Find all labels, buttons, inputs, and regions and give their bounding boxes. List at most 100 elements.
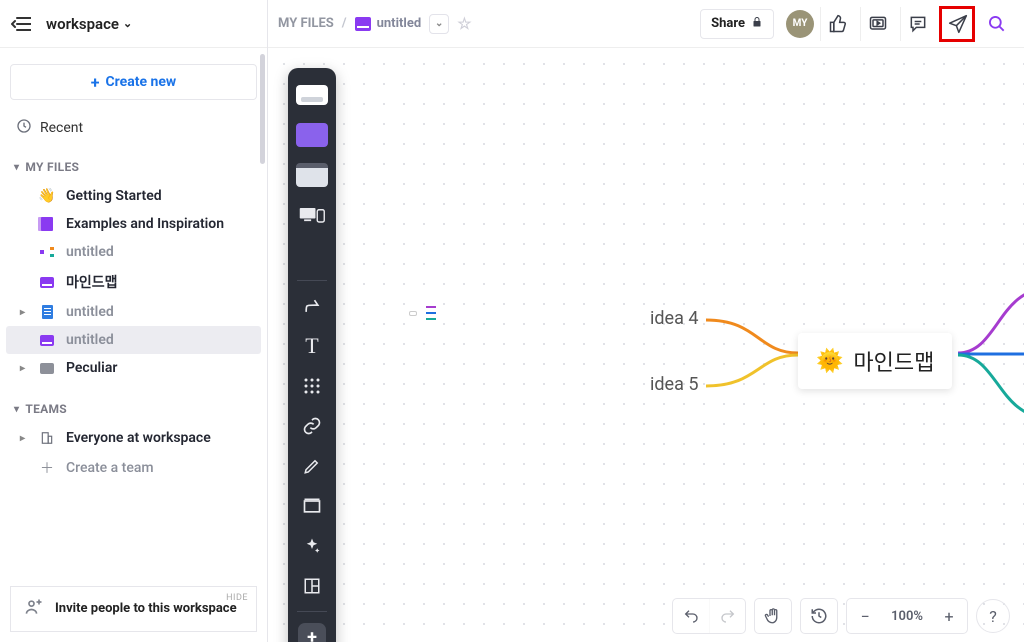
file-item-mindmap-kr[interactable]: 마인드맵: [6, 266, 261, 298]
zoom-in-button[interactable]: +: [931, 599, 967, 633]
idea-node-5[interactable]: idea 5: [650, 374, 698, 395]
tool-board[interactable]: [292, 76, 332, 114]
breadcrumb: MY FILES / untitled ⌄ ☆: [278, 14, 472, 34]
file-label: untitled: [66, 332, 114, 348]
file-item-peculiar[interactable]: ▸ Peculiar: [6, 354, 261, 382]
collapse-sidebar-icon[interactable]: [10, 13, 32, 35]
sidebar: workspace ⌄ + Create new Recent ▾ MY FIL…: [0, 0, 268, 642]
main-area: MY FILES / untitled ⌄ ☆ Share MY: [268, 0, 1024, 642]
file-label: Peculiar: [66, 360, 117, 376]
file-label: untitled: [66, 304, 114, 320]
create-new-label: Create new: [106, 74, 177, 90]
create-new-button[interactable]: + Create new: [10, 64, 257, 100]
slash-separator: /: [342, 16, 347, 31]
recent-link[interactable]: Recent: [0, 110, 267, 146]
breadcrumb-title[interactable]: untitled: [377, 16, 422, 31]
section-label: MY FILES: [25, 160, 79, 174]
caret-down-icon: ▾: [14, 404, 19, 415]
section-label: TEAMS: [25, 402, 67, 416]
file-item-examples[interactable]: Examples and Inspiration: [6, 210, 261, 238]
file-label: 마인드맵: [66, 272, 118, 292]
breadcrumb-root[interactable]: MY FILES: [278, 16, 334, 31]
toolbox-separator: [297, 280, 327, 281]
share-label: Share: [711, 16, 745, 31]
invite-icon: [23, 597, 45, 621]
tool-browser[interactable]: [292, 156, 332, 194]
workspace-name: workspace: [46, 15, 119, 33]
document-icon: [38, 305, 56, 319]
canvas-wrap: T +: [268, 48, 1024, 642]
book-icon: [38, 217, 56, 231]
recent-label: Recent: [40, 120, 83, 136]
tool-link[interactable]: [292, 407, 332, 445]
history-button[interactable]: [801, 599, 837, 633]
clock-icon: [16, 118, 32, 138]
file-tree: 👋 Getting Started Examples and Inspirati…: [0, 182, 267, 388]
create-team-button[interactable]: ＋ Create a team: [6, 452, 261, 484]
tool-ai[interactable]: [292, 527, 332, 565]
plus-icon: +: [91, 73, 100, 92]
file-item-getting-started[interactable]: 👋 Getting Started: [6, 182, 261, 210]
idea-node-4[interactable]: idea 4: [650, 308, 698, 329]
org-icon: [38, 431, 56, 445]
folder-icon: [38, 363, 56, 374]
sun-emoji-icon: 🌞: [816, 349, 843, 374]
zoom-level[interactable]: 100%: [883, 609, 931, 624]
search-button[interactable]: [980, 7, 1014, 41]
help-button[interactable]: ?: [976, 599, 1010, 633]
center-node-label: 마인드맵: [853, 345, 934, 377]
like-button[interactable]: [820, 7, 854, 41]
expand-caret-icon[interactable]: ▸: [20, 363, 25, 374]
star-icon[interactable]: ☆: [457, 14, 471, 33]
wave-icon: 👋: [38, 188, 56, 204]
undo-button[interactable]: [673, 599, 709, 633]
expand-caret-icon[interactable]: ▸: [20, 307, 25, 318]
present-button[interactable]: [860, 7, 894, 41]
toolbox: T +: [288, 68, 336, 642]
team-label: Everyone at workspace: [66, 430, 211, 446]
zoom-out-button[interactable]: −: [847, 599, 883, 633]
file-item-untitled-current[interactable]: untitled: [6, 326, 261, 354]
tool-grid[interactable]: [292, 367, 332, 405]
lock-icon: [751, 15, 763, 33]
section-my-files[interactable]: ▾ MY FILES: [0, 146, 267, 182]
create-team-label: Create a team: [66, 460, 154, 476]
tool-frame[interactable]: [292, 487, 332, 525]
section-teams[interactable]: ▾ TEAMS: [0, 388, 267, 424]
tool-text[interactable]: T: [292, 327, 332, 365]
pan-button[interactable]: [755, 599, 791, 633]
workspace-selector[interactable]: workspace ⌄: [46, 15, 132, 33]
tool-mindmap[interactable]: [292, 236, 332, 274]
presentation-icon: [38, 277, 56, 288]
mindmap-icon: [38, 247, 56, 257]
presentation-icon: [38, 335, 56, 346]
mindmap-center-node[interactable]: 🌞 마인드맵: [798, 333, 952, 389]
invite-card[interactable]: Invite people to this workspace HIDE: [10, 586, 257, 632]
expand-caret-icon[interactable]: ▸: [20, 433, 25, 444]
invite-text: Invite people to this workspace: [55, 601, 237, 617]
team-item-everyone[interactable]: ▸ Everyone at workspace: [6, 424, 261, 452]
send-button[interactable]: [940, 7, 974, 41]
file-item-untitled-doc[interactable]: ▸ untitled: [6, 298, 261, 326]
chevron-down-icon: ⌄: [123, 17, 132, 30]
avatar[interactable]: MY: [786, 10, 814, 38]
tool-sticky[interactable]: [292, 116, 332, 154]
file-label: Getting Started: [66, 188, 162, 204]
sidebar-scrollbar[interactable]: [259, 48, 267, 586]
file-label: untitled: [66, 244, 114, 260]
bottom-bar: − 100% + ?: [268, 590, 1024, 642]
mindmap: 🌞 마인드맵 idea 1 idea 2 idea 3 idea 4 idea …: [378, 108, 1004, 582]
tool-draw[interactable]: [292, 447, 332, 485]
file-item-untitled-mm[interactable]: untitled: [6, 238, 261, 266]
share-button[interactable]: Share: [700, 9, 774, 39]
hide-invite-button[interactable]: HIDE: [226, 593, 248, 603]
presentation-icon: [355, 17, 371, 31]
file-label: Examples and Inspiration: [66, 216, 224, 232]
comments-button[interactable]: [900, 7, 934, 41]
tool-arrow[interactable]: [292, 287, 332, 325]
caret-down-icon: ▾: [14, 162, 19, 173]
redo-button[interactable]: [709, 599, 745, 633]
tool-devices[interactable]: [292, 196, 332, 234]
title-dropdown-button[interactable]: ⌄: [429, 14, 449, 34]
topbar: MY FILES / untitled ⌄ ☆ Share MY: [268, 0, 1024, 48]
